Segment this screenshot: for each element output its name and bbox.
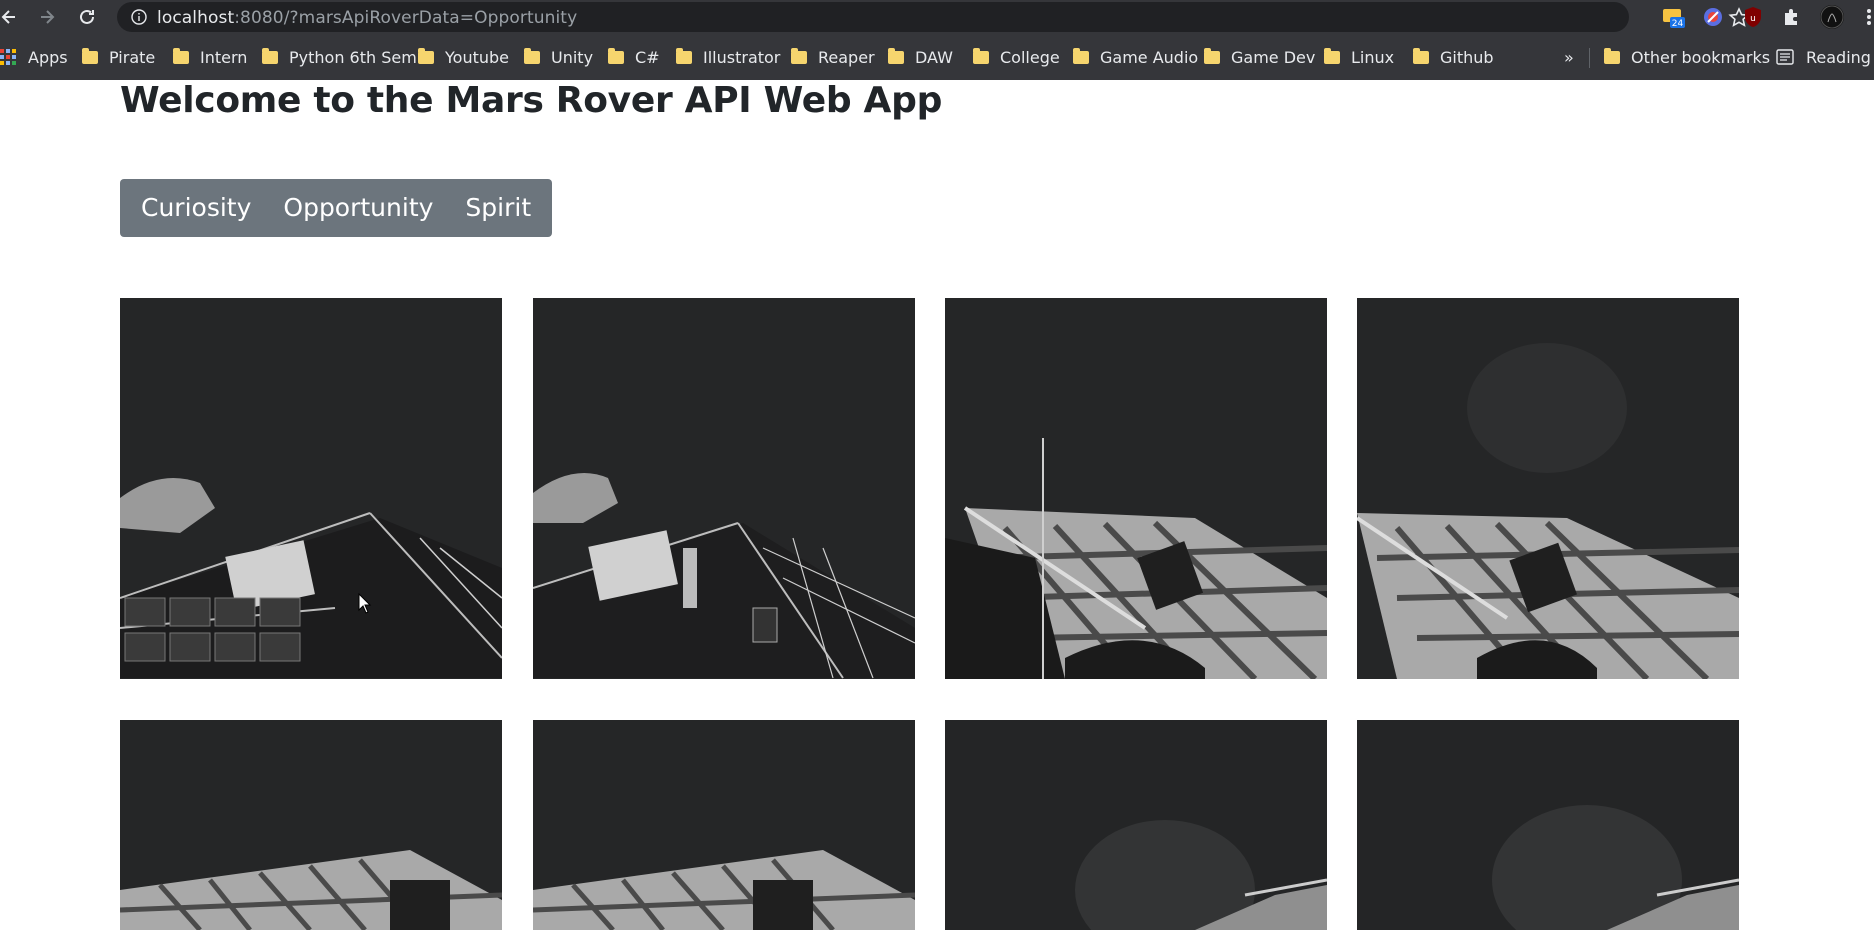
bookmarks-divider: [1589, 48, 1590, 68]
apps-grid-icon: [0, 49, 16, 65]
url-host: localhost: [157, 8, 235, 28]
rover-button-group: Curiosity Opportunity Spirit: [120, 179, 553, 237]
bookmark-label: Illustrator: [703, 47, 781, 67]
rover-photo[interactable]: [533, 720, 915, 930]
bookmark-label: Reaper: [818, 47, 875, 67]
rover-photo[interactable]: [120, 720, 502, 930]
forward-icon[interactable]: [34, 4, 60, 30]
bookmark-label: Youtube: [445, 47, 509, 67]
bookmark-apps[interactable]: Apps: [0, 45, 68, 69]
folder-icon: [82, 47, 98, 64]
bookmark-folder[interactable]: Unity: [524, 45, 593, 69]
bookmark-folder[interactable]: College: [973, 45, 1060, 69]
bookmark-label: Github: [1440, 47, 1494, 67]
bookmark-folder[interactable]: Intern: [173, 45, 247, 69]
bookmarks-overflow-button[interactable]: »: [1564, 45, 1574, 69]
bookmark-folder[interactable]: Illustrator: [676, 45, 780, 69]
bookmark-folder[interactable]: Youtube: [418, 45, 509, 69]
folder-icon: [173, 47, 189, 64]
bookmark-label: College: [1000, 47, 1060, 67]
rover-photo[interactable]: [945, 720, 1327, 930]
url-text: localhost:8080/?marsApiRoverData=Opportu…: [157, 8, 577, 28]
rover-photo[interactable]: [1357, 720, 1739, 930]
folder-icon: [1604, 47, 1620, 64]
profile-avatar[interactable]: [1819, 4, 1845, 30]
rover-photo[interactable]: [120, 298, 502, 679]
bookmark-folder[interactable]: Github: [1413, 45, 1494, 69]
extension-folder-icon[interactable]: 24: [1660, 4, 1686, 30]
bookmark-label: Apps: [28, 47, 68, 67]
bookmark-folder[interactable]: C#: [608, 45, 660, 69]
bookmark-folder[interactable]: Python 6th Sem: [262, 45, 417, 69]
other-bookmarks-label: Other bookmarks: [1631, 47, 1771, 67]
page-title: Welcome to the Mars Rover API Web App: [120, 80, 943, 121]
reload-icon[interactable]: [74, 4, 100, 30]
rover-photo[interactable]: [1357, 298, 1739, 679]
bookmark-folder[interactable]: Reaper: [791, 45, 875, 69]
extensions-puzzle-icon[interactable]: [1779, 4, 1805, 30]
folder-icon: [676, 47, 692, 64]
overflow-label: »: [1564, 47, 1574, 67]
bookmark-label: Linux: [1351, 47, 1395, 67]
bookmark-label: Unity: [551, 47, 594, 67]
page-viewport: Welcome to the Mars Rover API Web App Cu…: [0, 80, 1874, 930]
bookmark-folder[interactable]: Game Audio: [1073, 45, 1198, 69]
curiosity-button[interactable]: Curiosity: [125, 179, 267, 237]
info-icon[interactable]: [131, 9, 147, 25]
bookmark-folder[interactable]: Pirate: [82, 45, 155, 69]
reading-list-icon: [1776, 49, 1794, 65]
folder-icon: [1413, 47, 1429, 64]
ublock-icon[interactable]: u: [1740, 4, 1766, 30]
bookmark-folder[interactable]: DAW: [888, 45, 953, 69]
browser-toolbar: localhost:8080/?marsApiRoverData=Opportu…: [0, 0, 1874, 35]
back-icon[interactable]: [0, 4, 22, 30]
folder-icon: [524, 47, 540, 64]
bookmark-label: Game Dev: [1231, 47, 1316, 67]
other-bookmarks[interactable]: Other bookmarks: [1604, 45, 1770, 69]
bookmark-folder[interactable]: Game Dev: [1204, 45, 1315, 69]
reading-list-label: Reading lis: [1806, 47, 1874, 67]
folder-icon: [973, 47, 989, 64]
folder-icon: [608, 47, 624, 64]
bookmark-label: Python 6th Sem: [289, 47, 417, 67]
bookmark-label: C#: [635, 47, 660, 67]
opportunity-button[interactable]: Opportunity: [267, 179, 449, 237]
bookmark-label: Intern: [200, 47, 248, 67]
rover-photo[interactable]: [533, 298, 915, 679]
folder-icon: [1324, 47, 1340, 64]
menu-icon[interactable]: [1856, 4, 1874, 30]
reading-list[interactable]: Reading lis: [1776, 45, 1874, 69]
folder-icon: [1204, 47, 1220, 64]
bookmark-label: Pirate: [109, 47, 156, 67]
extension-shield-icon[interactable]: [1700, 4, 1726, 30]
spirit-button[interactable]: Spirit: [449, 179, 547, 237]
bookmarks-bar: Apps Pirate Intern Python 6th Sem Youtub…: [0, 35, 1874, 81]
folder-icon: [888, 47, 904, 64]
bookmark-label: Game Audio: [1100, 47, 1199, 67]
folder-icon: [262, 47, 278, 64]
extension-badge: 24: [1672, 19, 1684, 29]
mouse-cursor-icon: [358, 593, 372, 614]
url-path: :8080/?marsApiRoverData=Opportunity: [234, 8, 578, 28]
folder-icon: [418, 47, 434, 64]
svg-text:u: u: [1750, 14, 1756, 24]
folder-icon: [1073, 47, 1089, 64]
bookmark-label: DAW: [915, 47, 953, 67]
folder-icon: [791, 47, 807, 64]
rover-photo[interactable]: [945, 298, 1327, 679]
address-bar[interactable]: localhost:8080/?marsApiRoverData=Opportu…: [117, 2, 1750, 32]
bookmark-folder[interactable]: Linux: [1324, 45, 1394, 69]
